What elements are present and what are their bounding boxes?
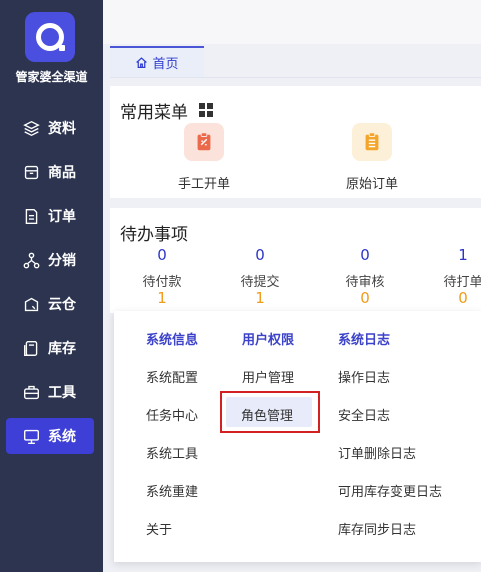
todo-sub-count[interactable]: 1 [142, 289, 182, 307]
todo-sub-count[interactable]: 1 [240, 289, 280, 307]
menu-label-manual-order[interactable]: 手工开单 [170, 173, 238, 192]
sidebar-item-orders[interactable]: 订单 [6, 198, 94, 234]
column-header-system-logs: 系统日志 [338, 333, 391, 348]
cloud-warehouse-icon [22, 295, 40, 313]
menu-item-task-center[interactable]: 任务中心 [146, 405, 198, 424]
common-menu-title: 常用菜单 [120, 103, 188, 123]
menu-item-system-rebuild[interactable]: 系统重建 [146, 481, 198, 500]
sidebar-item-label: 系统 [48, 429, 76, 445]
todo-sub-count[interactable]: 0 [443, 289, 481, 307]
todo-label[interactable]: 待打单 [433, 271, 481, 290]
top-bar [103, 0, 481, 44]
todo-label[interactable]: 待审核 [335, 271, 395, 290]
tab-label: 首页 [152, 57, 179, 72]
todo-card: 待办事项 0 待付款 1 0 待提交 1 0 待审核 0 1 待打单 0 [110, 208, 481, 313]
todo-count[interactable]: 0 [240, 246, 280, 264]
grid-icon [199, 103, 213, 117]
inventory-icon [22, 339, 40, 357]
brand-name: 管家婆全渠道 [15, 70, 88, 84]
sidebar: 管家婆全渠道 资料 商品 订单 分销 云仓 库存 工具 系统 [0, 0, 103, 572]
sidebar-item-label: 库存 [48, 341, 76, 357]
menu-item-security-log[interactable]: 安全日志 [338, 405, 390, 424]
todo-title: 待办事项 [120, 225, 188, 245]
sidebar-item-distribution[interactable]: 分销 [6, 242, 94, 278]
toolbox-icon [22, 383, 40, 401]
sidebar-item-cloud-warehouse[interactable]: 云仓 [6, 286, 94, 322]
box-icon [22, 163, 40, 181]
sidebar-item-label: 云仓 [48, 297, 76, 313]
network-icon [22, 251, 40, 269]
tab-home[interactable]: 首页 [110, 46, 204, 77]
sidebar-item-label: 订单 [48, 209, 76, 225]
todo-sub-count[interactable]: 0 [345, 289, 385, 307]
original-order-icon[interactable] [352, 123, 392, 161]
column-header-system-info: 系统信息 [146, 333, 199, 348]
common-menu-card: 常用菜单 手工开单 原始订单 [110, 86, 481, 198]
document-icon [22, 207, 40, 225]
menu-item-system-tools[interactable]: 系统工具 [146, 443, 198, 462]
sidebar-item-label: 工具 [48, 385, 76, 401]
todo-label[interactable]: 待付款 [132, 271, 192, 290]
todo-count[interactable]: 0 [345, 246, 385, 264]
home-icon [136, 57, 148, 68]
todo-count[interactable]: 0 [142, 246, 182, 264]
sidebar-item-label: 商品 [48, 165, 76, 181]
menu-item-about[interactable]: 关于 [146, 519, 172, 538]
menu-item-operation-log[interactable]: 操作日志 [338, 367, 390, 386]
menu-label-original-order[interactable]: 原始订单 [338, 173, 406, 192]
layers-icon [22, 119, 40, 137]
sidebar-item-label: 分销 [48, 253, 76, 269]
sidebar-item-tools[interactable]: 工具 [6, 374, 94, 410]
sidebar-item-system[interactable]: 系统 [6, 418, 94, 454]
todo-label[interactable]: 待提交 [230, 271, 290, 290]
todo-count[interactable]: 1 [443, 246, 481, 264]
menu-item-user-management[interactable]: 用户管理 [242, 367, 294, 386]
menu-item-system-config[interactable]: 系统配置 [146, 367, 198, 386]
manual-order-icon[interactable] [184, 123, 224, 161]
sidebar-item-data[interactable]: 资料 [6, 110, 94, 146]
column-header-user-permissions: 用户权限 [242, 333, 295, 348]
menu-item-stock-change-log[interactable]: 可用库存变更日志 [338, 481, 442, 500]
menu-item-order-delete-log[interactable]: 订单删除日志 [338, 443, 416, 462]
monitor-icon [22, 427, 40, 445]
sidebar-item-inventory[interactable]: 库存 [6, 330, 94, 366]
sidebar-item-label: 资料 [48, 121, 76, 137]
app-logo[interactable] [25, 12, 75, 62]
highlight-frame [220, 391, 320, 433]
sidebar-item-products[interactable]: 商品 [6, 154, 94, 190]
tab-divider [110, 77, 481, 78]
menu-item-stock-sync-log[interactable]: 库存同步日志 [338, 519, 416, 538]
